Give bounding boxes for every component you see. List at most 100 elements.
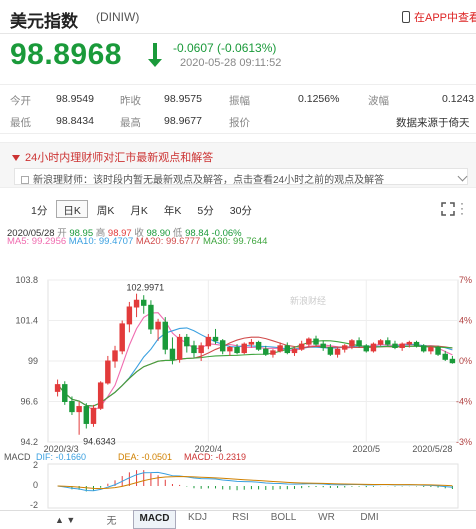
candle-body bbox=[205, 336, 212, 347]
macd-value: MACD: -0.2319 bbox=[184, 452, 246, 462]
pct-tick-label: -4% bbox=[456, 397, 472, 407]
candle-body bbox=[406, 341, 413, 345]
tab-4[interactable]: 年K bbox=[157, 200, 189, 218]
indicator-button-6[interactable]: DMI bbox=[348, 510, 391, 529]
pct-tick-label: -3% bbox=[456, 437, 472, 447]
y-tick-label: 103.8 bbox=[15, 275, 38, 285]
high-annotation: 102.9971 bbox=[127, 283, 165, 293]
macd-tick-label: 0 bbox=[33, 480, 38, 490]
candle-body bbox=[442, 353, 448, 360]
quote-time: 2020-05-28 09:11:52 bbox=[180, 57, 282, 69]
candle-body bbox=[320, 343, 326, 348]
tab-2[interactable]: 周K bbox=[90, 200, 122, 218]
price-change: -0.0607 (-0.0613%) bbox=[173, 41, 277, 55]
candle-body bbox=[76, 406, 82, 413]
news-panel: 24小时内理财师对汇市最新观点和解答 新浪理财师：该时段内暂无最新观点及解答，点… bbox=[0, 142, 476, 188]
candle-body bbox=[399, 343, 405, 348]
pct-tick-label: 0% bbox=[459, 356, 472, 366]
stat-value: 0.1243 bbox=[442, 93, 475, 105]
period-tabs: 1分 日K 周K 月K 年K 5分 30分 bbox=[24, 200, 261, 218]
indicator-button-3[interactable]: RSI bbox=[219, 510, 262, 529]
stat-label: 报价 bbox=[229, 117, 250, 129]
tab-1[interactable]: 日K bbox=[56, 200, 88, 218]
candle-body bbox=[255, 341, 262, 350]
candle-body bbox=[342, 345, 348, 350]
tab-5[interactable]: 5分 bbox=[190, 200, 220, 218]
stat-label: 最高 bbox=[120, 117, 141, 129]
fullscreen-icon[interactable] bbox=[441, 202, 455, 216]
stat-value: 98.8434 bbox=[56, 115, 94, 127]
candle-body bbox=[270, 350, 276, 355]
kline-chart[interactable]: 103.8101.49996.694.27%4%0%-4%-3%2020/3/3… bbox=[0, 246, 476, 510]
candle-body bbox=[298, 343, 305, 350]
macd-label: MACD bbox=[4, 452, 31, 462]
header: 美元指数 (DINIW) 在APP中查看 bbox=[0, 0, 476, 34]
x-tick-label: 2020/5 bbox=[353, 444, 381, 454]
candle-body bbox=[119, 323, 125, 352]
candle-body bbox=[349, 340, 355, 347]
news-row[interactable]: 新浪理财师：该时段内暂无最新观点及解答，点击查看24小时之前的观点及解答 bbox=[14, 168, 468, 186]
news-header-label: 24小时内理财师对汇市最新观点和解答 bbox=[25, 152, 214, 164]
candle-body bbox=[184, 336, 190, 347]
stat-value: 0.1256% bbox=[298, 93, 340, 105]
candle-body bbox=[392, 343, 398, 348]
news-header[interactable]: 24小时内理财师对汇市最新观点和解答 bbox=[12, 149, 213, 165]
candle-body bbox=[227, 347, 233, 352]
candle-body bbox=[420, 345, 427, 352]
current-price: 98.8968 bbox=[10, 38, 122, 71]
candle-body bbox=[413, 341, 420, 347]
more-menu-icon[interactable]: · · · bbox=[460, 197, 464, 219]
indicator-button-5[interactable]: WR bbox=[305, 510, 348, 529]
dif-line bbox=[57, 471, 453, 492]
down-arrow-icon bbox=[148, 43, 162, 67]
candle-body bbox=[148, 304, 154, 330]
flag-icon bbox=[12, 155, 20, 161]
candle-body bbox=[162, 321, 168, 350]
scroll-arrows[interactable]: ▲ ▼ bbox=[0, 515, 90, 525]
low-annotation: 94.6343 bbox=[83, 437, 116, 447]
candle-body bbox=[133, 299, 140, 308]
indicator-button-2[interactable]: KDJ bbox=[176, 510, 219, 529]
stat-label: 昨收 bbox=[120, 95, 141, 107]
candle-body bbox=[291, 348, 298, 354]
tab-0[interactable]: 1分 bbox=[24, 200, 54, 218]
candle-body bbox=[112, 350, 118, 362]
open-in-app-link[interactable]: 在APP中查看 bbox=[402, 9, 476, 25]
candle-body bbox=[126, 306, 133, 325]
candle-body bbox=[248, 341, 255, 345]
macd-frame bbox=[47, 463, 459, 509]
candle-body bbox=[191, 345, 197, 354]
phone-icon bbox=[402, 11, 410, 23]
pct-tick-label: 4% bbox=[459, 316, 472, 326]
candle-body bbox=[435, 347, 441, 355]
candle-body bbox=[356, 340, 362, 347]
ma10-line bbox=[57, 327, 453, 407]
candle-body bbox=[241, 343, 247, 354]
indicator-button-4[interactable]: BOLL bbox=[262, 510, 305, 529]
pct-tick-label: 7% bbox=[459, 275, 472, 285]
candle-body bbox=[54, 384, 61, 392]
candle-body bbox=[219, 340, 226, 352]
candle-body bbox=[69, 401, 75, 413]
x-tick-label: 2020/5/28 bbox=[412, 444, 452, 454]
candle-body bbox=[141, 299, 147, 306]
candle-body bbox=[83, 406, 90, 424]
macd-dea: DEA: -0.0501 bbox=[118, 452, 172, 462]
tab-6[interactable]: 30分 bbox=[223, 200, 259, 218]
y-tick-label: 94.2 bbox=[20, 437, 38, 447]
indicator-button-0[interactable]: 无 bbox=[90, 510, 133, 529]
stat-label: 波幅 bbox=[368, 95, 389, 107]
y-tick-label: 101.4 bbox=[15, 316, 38, 326]
tab-3[interactable]: 月K bbox=[123, 200, 155, 218]
indicator-button-1[interactable]: MACD bbox=[133, 510, 176, 529]
candle-body bbox=[169, 348, 176, 360]
candle-body bbox=[385, 340, 391, 345]
candle-body bbox=[284, 345, 291, 354]
candle-body bbox=[334, 348, 341, 355]
candle-body bbox=[97, 382, 104, 409]
candle-body bbox=[176, 336, 183, 360]
candle-body bbox=[62, 384, 68, 402]
indicator-bar: ▲ ▼ 无 MACD KDJ RSI BOLL WR DMI bbox=[0, 510, 476, 529]
candle-body bbox=[370, 343, 377, 352]
stats-grid: 今开 98.9549 昨收 98.9575 振幅 0.1256% 波幅 0.12… bbox=[0, 84, 476, 134]
